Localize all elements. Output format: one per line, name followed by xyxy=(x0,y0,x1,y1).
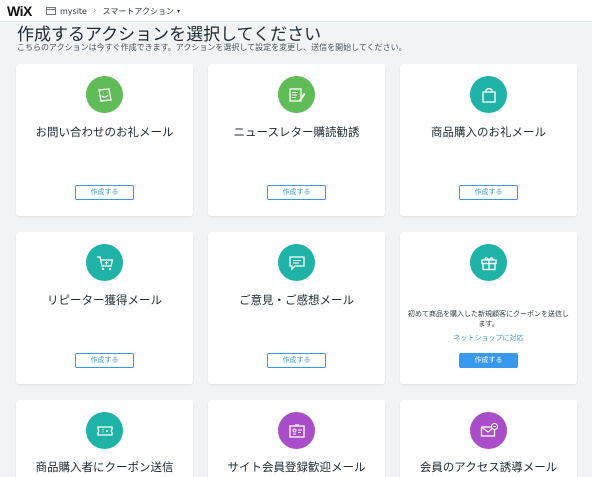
breadcrumb-site-name[interactable]: mysite xyxy=(60,7,87,16)
action-description: 初めて商品を購入した新規顧客にクーポンを送信します。 xyxy=(408,310,569,328)
action-name: 商品購入のお礼メール xyxy=(431,125,546,139)
create-button[interactable]: 作成する xyxy=(459,185,518,200)
create-button[interactable]: 作成する xyxy=(267,353,326,368)
breadcrumb-section[interactable]: スマートアクション xyxy=(103,6,174,17)
member-card-icon xyxy=(278,412,315,449)
action-card-new-customer-coupon[interactable]: 初めて商品を購入した新規顧客にクーポンを送信します。 ネットショップに対応 作成… xyxy=(400,232,577,384)
thank-you-note-icon xyxy=(86,76,123,113)
action-card-contact-thanks[interactable]: お問い合わせのお礼メール 作成する xyxy=(16,64,193,216)
site-icon xyxy=(46,7,56,15)
action-card-member-visit[interactable]: 会員のアクセス誘導メール xyxy=(400,400,577,477)
shopping-cart-icon xyxy=(86,244,123,281)
shopping-bag-icon xyxy=(470,76,507,113)
page-subtitle: こちらのアクションは今すぐ作成できます。アクションを選択して設定を変更し、送信を… xyxy=(17,43,407,52)
coupon-ticket-icon xyxy=(86,412,123,449)
action-card-purchase-thanks[interactable]: 商品購入のお礼メール 作成する xyxy=(400,64,577,216)
action-card-feedback[interactable]: ご意見・ご感想メール 作成する xyxy=(208,232,385,384)
create-button[interactable]: 作成する xyxy=(75,353,134,368)
chevron-down-icon[interactable]: ▾ xyxy=(177,8,180,15)
create-button[interactable]: 作成する xyxy=(267,185,326,200)
chat-bubble-icon xyxy=(278,244,315,281)
top-bar: WiX mysite › スマートアクション ▾ xyxy=(0,0,592,22)
online-store-link[interactable]: ネットショップに対応 xyxy=(400,333,577,343)
action-name: サイト会員登録歓迎メール xyxy=(227,460,366,474)
breadcrumb: mysite › スマートアクション ▾ xyxy=(46,5,180,17)
email-envelope-icon xyxy=(470,412,507,449)
breadcrumb-separator: › xyxy=(92,6,97,16)
action-card-newsletter[interactable]: ニュースレター購読勧誘 作成する xyxy=(208,64,385,216)
create-button[interactable]: 作成する xyxy=(75,185,134,200)
newsletter-pen-icon xyxy=(278,76,315,113)
wix-logo[interactable]: WiX xyxy=(7,3,32,19)
action-name: 会員のアクセス誘導メール xyxy=(419,460,558,474)
action-card-repeat-customer[interactable]: リピーター獲得メール 作成する xyxy=(16,232,193,384)
action-card-buyer-coupon[interactable]: 商品購入者にクーポン送信 xyxy=(16,400,193,477)
action-name: 商品購入者にクーポン送信 xyxy=(35,460,174,474)
action-card-member-welcome[interactable]: サイト会員登録歓迎メール xyxy=(208,400,385,477)
action-name: お問い合わせのお礼メール xyxy=(35,125,174,139)
create-button[interactable]: 作成する xyxy=(459,353,518,368)
gift-box-icon xyxy=(470,244,507,281)
action-name: ご意見・ご感想メール xyxy=(239,293,354,307)
action-name: リピーター獲得メール xyxy=(47,293,162,307)
action-name: ニュースレター購読勧誘 xyxy=(233,125,360,139)
